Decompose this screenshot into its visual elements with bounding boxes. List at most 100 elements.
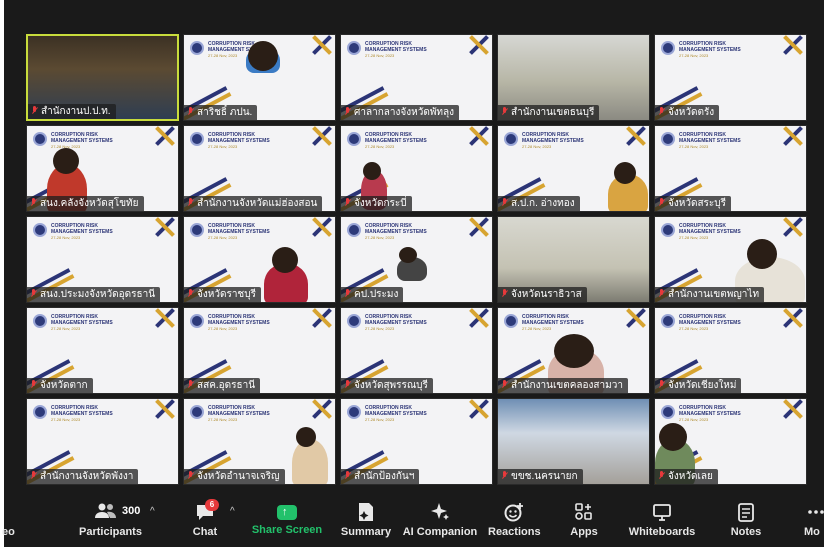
banner-date: 27-28 Nov, 2023 (679, 417, 709, 422)
gallery-grid: สำนักงานป.ป.ท. CORRUPTION RISK MANAGEMENT … (26, 34, 807, 485)
notes-button[interactable]: Notes (726, 502, 766, 538)
agency-seal-icon (33, 314, 47, 328)
participant-name-label: สนง.ประมงจังหวัดอุดรธานี (27, 287, 161, 302)
event-banner: CORRUPTION RISK MANAGEMENT SYSTEMS 27-28 N… (33, 312, 143, 334)
mic-muted-icon (31, 106, 38, 115)
participant-video-tile[interactable]: CORRUPTION RISK MANAGEMENT SYSTEMS 27-28 N… (183, 34, 336, 121)
participant-video-tile[interactable]: CORRUPTION RISK MANAGEMENT SYSTEMS 27-28 N… (340, 398, 493, 485)
participant-video-tile[interactable]: CORRUPTION RISK MANAGEMENT SYSTEMS 27-28 N… (183, 398, 336, 485)
participant-head (614, 162, 636, 184)
mic-muted-icon (187, 289, 194, 298)
event-banner: CORRUPTION RISK MANAGEMENT SYSTEMS 27-28 N… (190, 312, 300, 334)
participant-head (659, 423, 687, 451)
participant-name: สนง.ประมงจังหวัดอุดรธานี (40, 289, 156, 300)
participants-icon (95, 502, 116, 522)
chat-caret-icon[interactable]: ^ (230, 506, 235, 517)
participant-video-tile[interactable]: CORRUPTION RISK MANAGEMENT SYSTEMS 27-28 N… (183, 125, 336, 212)
participant-head (747, 239, 777, 269)
reactions-button[interactable]: Reactions (488, 502, 541, 538)
participant-video-tile[interactable]: จังหวัดนราธิวาส (497, 216, 650, 303)
participant-name: ส.ป.ก. อ่างทอง (511, 198, 575, 209)
participant-video-tile[interactable]: สำนักงานเขตธนบุรี (497, 34, 650, 121)
participant-name-label: สำนักงานเขตคลองสามวา (498, 378, 628, 393)
share-screen-button[interactable]: Share Screen (250, 502, 324, 536)
participant-name-label: จังหวัดนราธิวาส (498, 287, 587, 302)
summary-button[interactable]: Summary (338, 502, 394, 538)
agency-seal-icon (347, 314, 361, 328)
mic-muted-icon (658, 289, 665, 298)
participant-name: สำนักงานเขตคลองสามวา (511, 380, 623, 391)
brand-x-mark-icon (154, 217, 176, 237)
event-banner: CORRUPTION RISK MANAGEMENT SYSTEMS 27-28 N… (190, 403, 300, 425)
apps-button[interactable]: Apps (567, 502, 601, 538)
participant-video-tile[interactable]: CORRUPTION RISK MANAGEMENT SYSTEMS 27-28 N… (654, 125, 807, 212)
participant-video-tile[interactable]: CORRUPTION RISK MANAGEMENT SYSTEMS 27-28 N… (26, 307, 179, 394)
participant-name: สำนักงานจังหวัดแม่ฮ่องสอน (197, 198, 318, 209)
participants-caret-icon[interactable]: ^ (150, 506, 155, 517)
participant-head (272, 247, 298, 273)
participant-video-tile[interactable]: CORRUPTION RISK MANAGEMENT SYSTEMS 27-28 N… (183, 216, 336, 303)
participant-video-tile[interactable]: ขขช.นครนายก (497, 398, 650, 485)
participant-name: สำนักงานจังหวัดพังงา (40, 471, 134, 482)
participant-name-label: สาริชธิ์ ภปน. (184, 105, 258, 120)
brand-x-mark-icon (625, 126, 647, 146)
mic-muted-icon (501, 471, 508, 480)
event-banner: CORRUPTION RISK MANAGEMENT SYSTEMS 27-28 N… (347, 130, 457, 152)
brand-x-mark-icon (468, 126, 490, 146)
participant-name: ศาลากลางจังหวัดพัทลุง (354, 107, 455, 118)
banner-date: 27-28 Nov, 2023 (679, 326, 709, 331)
mic-muted-icon (344, 380, 351, 389)
banner-date: 27-28 Nov, 2023 (679, 53, 709, 58)
participant-video-tile[interactable]: สำนักงานป.ป.ท. (26, 34, 179, 121)
toolbar-left-edge-label[interactable]: eo (2, 526, 15, 538)
banner-title: CORRUPTION RISK MANAGEMENT SYSTEMS (51, 132, 113, 144)
banner-title: CORRUPTION RISK MANAGEMENT SYSTEMS (522, 132, 584, 144)
event-banner: CORRUPTION RISK MANAGEMENT SYSTEMS 27-28 N… (661, 312, 771, 334)
participant-video-tile[interactable]: CORRUPTION RISK MANAGEMENT SYSTEMS 27-28 N… (654, 34, 807, 121)
agency-seal-icon (347, 41, 361, 55)
mic-muted-icon (30, 198, 37, 207)
participant-name-label: จังหวัดเลย (655, 469, 718, 484)
participant-video-tile[interactable]: CORRUPTION RISK MANAGEMENT SYSTEMS 27-28 N… (654, 307, 807, 394)
brand-x-mark-icon (782, 126, 804, 146)
participant-video-tile[interactable]: CORRUPTION RISK MANAGEMENT SYSTEMS 27-28 N… (183, 307, 336, 394)
event-banner: CORRUPTION RISK MANAGEMENT SYSTEMS 27-28 N… (661, 39, 771, 61)
participant-video-tile[interactable]: CORRUPTION RISK MANAGEMENT SYSTEMS 27-28 N… (654, 398, 807, 485)
whiteboards-icon (652, 502, 672, 522)
participant-name-label: สำนักป้องกันฯ (341, 469, 420, 484)
participant-video-tile[interactable]: CORRUPTION RISK MANAGEMENT SYSTEMS 27-28 N… (340, 307, 493, 394)
banner-title: CORRUPTION RISK MANAGEMENT SYSTEMS (208, 132, 270, 144)
participant-video-tile[interactable]: CORRUPTION RISK MANAGEMENT SYSTEMS 27-28 N… (654, 216, 807, 303)
event-banner: CORRUPTION RISK MANAGEMENT SYSTEMS 27-28 N… (190, 221, 300, 243)
event-banner: CORRUPTION RISK MANAGEMENT SYSTEMS 27-28 N… (33, 130, 143, 152)
reactions-label: Reactions (488, 526, 541, 538)
mic-muted-icon (30, 471, 37, 480)
participant-video-tile[interactable]: CORRUPTION RISK MANAGEMENT SYSTEMS 27-28 N… (497, 307, 650, 394)
banner-date: 27-28 Nov, 2023 (208, 235, 238, 240)
agency-seal-icon (661, 41, 675, 55)
participant-name-label: สำนักงานเขตพญาไท (655, 287, 765, 302)
ai-companion-button[interactable]: AI Companion (402, 502, 478, 538)
participant-video-tile[interactable]: CORRUPTION RISK MANAGEMENT SYSTEMS 27-28 N… (340, 34, 493, 121)
participant-video-tile[interactable]: CORRUPTION RISK MANAGEMENT SYSTEMS 27-28 N… (340, 125, 493, 212)
participant-name: สสค.อุดรธานี (197, 380, 256, 391)
participant-name-label: คป.ประมง (341, 287, 404, 302)
more-button[interactable]: Mo (804, 502, 824, 538)
banner-title: CORRUPTION RISK MANAGEMENT SYSTEMS (679, 405, 741, 417)
whiteboards-button[interactable]: Whiteboards (624, 502, 700, 538)
participant-name: จังหวัดเชียงใหม่ (668, 380, 737, 391)
event-banner: CORRUPTION RISK MANAGEMENT SYSTEMS 27-28 N… (347, 221, 457, 243)
banner-date: 27-28 Nov, 2023 (679, 235, 709, 240)
participant-video-tile[interactable]: CORRUPTION RISK MANAGEMENT SYSTEMS 27-28 N… (340, 216, 493, 303)
event-banner: CORRUPTION RISK MANAGEMENT SYSTEMS 27-28 N… (190, 130, 300, 152)
participant-video-tile[interactable]: CORRUPTION RISK MANAGEMENT SYSTEMS 27-28 N… (26, 125, 179, 212)
banner-title: CORRUPTION RISK MANAGEMENT SYSTEMS (365, 41, 427, 53)
brand-x-mark-icon (154, 126, 176, 146)
event-banner: CORRUPTION RISK MANAGEMENT SYSTEMS 27-28 N… (33, 403, 143, 425)
participant-video-tile[interactable]: CORRUPTION RISK MANAGEMENT SYSTEMS 27-28 N… (26, 216, 179, 303)
apps-icon (574, 502, 594, 522)
mic-muted-icon (658, 198, 665, 207)
participant-video-tile[interactable]: CORRUPTION RISK MANAGEMENT SYSTEMS 27-28 N… (26, 398, 179, 485)
participant-video-tile[interactable]: CORRUPTION RISK MANAGEMENT SYSTEMS 27-28 N… (497, 125, 650, 212)
brand-x-mark-icon (782, 35, 804, 55)
